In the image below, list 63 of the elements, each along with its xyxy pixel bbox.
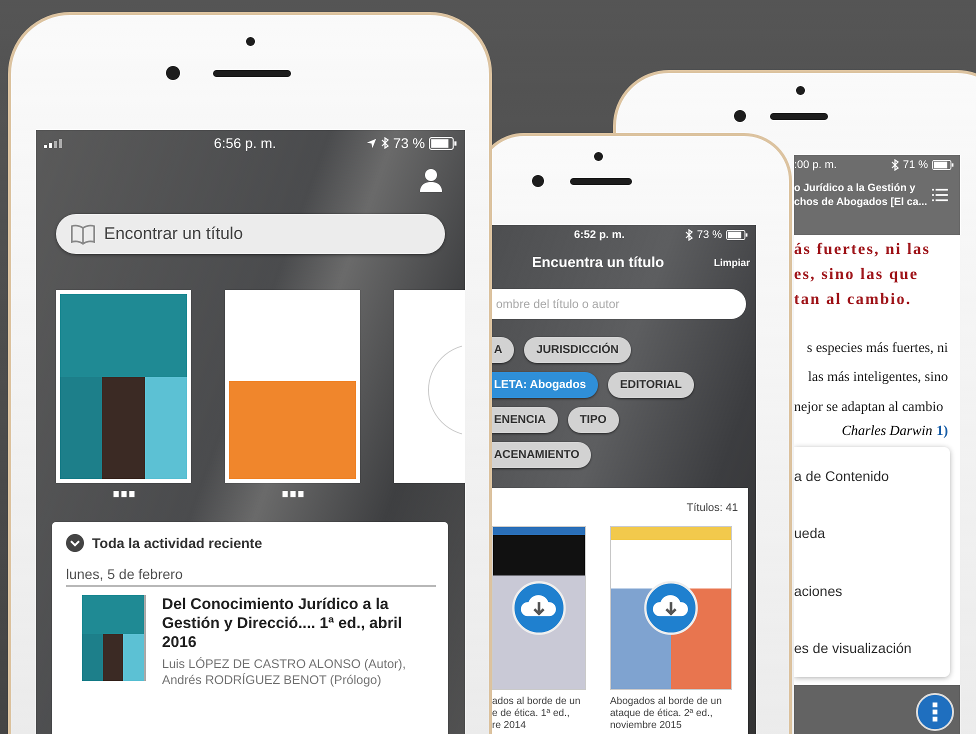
results-count: Títulos: 41	[686, 502, 738, 514]
footnote-link[interactable]: 1)	[936, 424, 948, 440]
body-text: s especies más fuertes, ni	[806, 340, 948, 358]
quote-text: es, sino las que	[794, 265, 920, 285]
book-title: o Jurídico a la Gestión y	[794, 181, 916, 195]
filter-chip[interactable]: A	[492, 337, 514, 363]
bluetooth-icon	[684, 229, 693, 241]
battery-level: 73 %	[696, 229, 722, 241]
book-caption: e de ética. 1ª ed.,	[492, 708, 571, 720]
battery-icon	[726, 230, 748, 240]
status-time: 6:56 p. m.	[214, 135, 276, 151]
signal-icon	[44, 138, 64, 148]
menu-item[interactable]: es de visualización	[794, 640, 950, 656]
more-options-button[interactable]	[916, 693, 954, 731]
menu-item[interactable]: a de Contenido	[794, 468, 950, 484]
status-time: :00 p. m.	[794, 159, 837, 171]
quote-text: ás fuertes, ni las	[794, 240, 932, 260]
more-icon[interactable]	[282, 491, 304, 498]
battery-level: 71 %	[902, 159, 928, 171]
bluetooth-icon	[890, 159, 899, 171]
book-authors: Luis LÓPEZ DE CASTRO ALONSO (Autor), Andrés RODRÍGUEZ BENOT (Prólogo)	[162, 656, 407, 688]
filter-chip[interactable]: JURISDICCIÓN	[524, 337, 631, 363]
status-time: 6:52 p. m.	[574, 229, 625, 241]
battery-icon	[932, 160, 954, 170]
search-field[interactable]: ombre del título o autor	[492, 289, 746, 319]
quote-author: Charles Darwin	[842, 424, 932, 440]
menu-item[interactable]: aciones	[794, 582, 950, 599]
book-caption: Abogados al borde de un	[610, 696, 723, 708]
book-thumbnail[interactable]	[82, 595, 146, 681]
location-icon	[366, 138, 378, 148]
user-icon[interactable]	[419, 168, 443, 192]
filter-chip[interactable]: TIPO	[568, 407, 619, 433]
chevron-down-icon[interactable]	[66, 534, 84, 552]
list-menu-icon[interactable]	[932, 188, 948, 202]
filter-chip[interactable]: ACENAMIENTO	[492, 442, 592, 468]
body-text: nejor se adaptan al cambio	[794, 399, 944, 417]
section-heading[interactable]: Toda la actividad reciente	[92, 535, 262, 551]
download-icon[interactable]	[643, 580, 699, 636]
battery-level: 73 %	[393, 135, 425, 151]
filter-chip[interactable]: ENENCIA	[492, 407, 558, 433]
filter-chip[interactable]: EDITORIAL	[608, 372, 694, 398]
book-icon	[70, 224, 96, 245]
book-cover[interactable]	[492, 526, 586, 690]
speaker-icon	[770, 113, 828, 120]
more-icon[interactable]	[112, 491, 134, 498]
book-caption: re 2014	[492, 720, 527, 732]
battery-icon	[429, 136, 457, 150]
menu-item[interactable]: ueda	[794, 525, 950, 542]
download-icon[interactable]	[511, 580, 567, 636]
book-title: chos de Abogados [El ca...	[794, 195, 928, 209]
search-field[interactable]: Encontrar un título	[56, 214, 445, 254]
quote-text: tan al cambio.	[794, 290, 912, 310]
date-heading: lunes, 5 de febrero	[66, 566, 436, 587]
speaker-icon	[213, 70, 291, 77]
clear-button[interactable]: Limpiar	[714, 258, 750, 268]
body-text: las más inteligentes, sino	[808, 369, 948, 387]
bluetooth-icon	[381, 137, 390, 149]
book-caption: ataque de ética. 2ª ed.,	[610, 708, 714, 720]
book-title[interactable]: Del Conocimiento Jurídico a la Gestión y Direcció.... 1ª ed., abril 2016	[162, 595, 436, 652]
book-caption: noviembre 2015	[610, 720, 683, 732]
book-caption: ados al borde de un	[492, 696, 582, 708]
screen-title: Encuentra un título	[532, 255, 664, 271]
speaker-icon	[570, 178, 632, 185]
